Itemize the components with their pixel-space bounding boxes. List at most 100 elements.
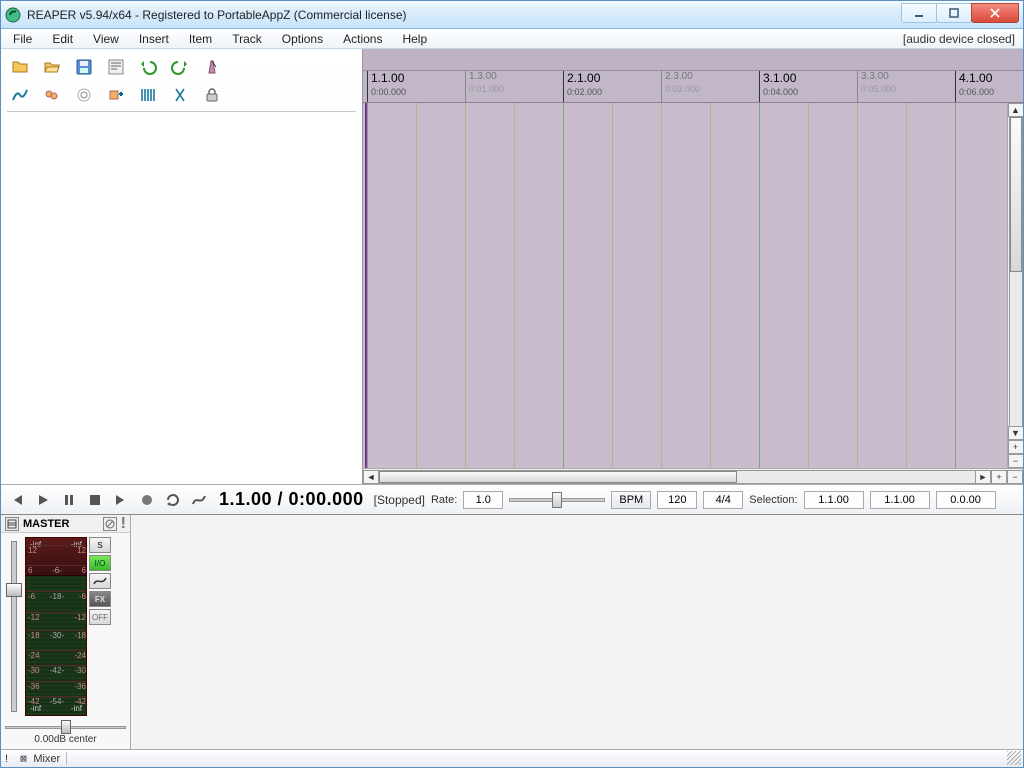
envelope-move-icon[interactable] [105, 85, 127, 105]
track-list-area[interactable] [1, 116, 362, 484]
selection-end-field[interactable]: 1.1.00 [870, 491, 930, 509]
status-alert-icon[interactable]: ! [5, 753, 8, 765]
master-mono-icon[interactable] [103, 517, 117, 531]
zoom-out-v-icon[interactable]: − [1008, 454, 1024, 468]
master-fader[interactable] [5, 537, 23, 716]
auto-crossfade-icon[interactable] [9, 85, 31, 105]
transport-state: [Stopped] [374, 493, 425, 507]
scroll-up-arrow-icon[interactable]: ▲ [1008, 103, 1024, 117]
time-signature-field[interactable]: 4/4 [703, 491, 743, 509]
menu-actions[interactable]: Actions [333, 30, 392, 48]
grid-lines-icon[interactable] [137, 85, 159, 105]
ripple-edit-icon[interactable] [73, 85, 95, 105]
menu-insert[interactable]: Insert [129, 30, 179, 48]
menu-track[interactable]: Track [222, 30, 272, 48]
snap-icon[interactable] [169, 85, 191, 105]
meter-tick: -36-36 [26, 681, 86, 691]
pause-icon[interactable] [59, 490, 79, 510]
envelope-icon[interactable] [189, 490, 209, 510]
gridline-beat [857, 103, 858, 468]
menu-options[interactable]: Options [272, 30, 333, 48]
selection-label: Selection: [749, 494, 797, 506]
metronome-icon[interactable] [201, 57, 223, 77]
master-settings-icon[interactable] [5, 517, 19, 531]
group-items-icon[interactable] [41, 85, 63, 105]
record-icon[interactable] [137, 490, 157, 510]
menu-edit[interactable]: Edit [42, 30, 83, 48]
go-to-end-icon[interactable] [111, 490, 131, 510]
arrange-v-scrollbar[interactable]: ▲ ▼ + − [1007, 103, 1023, 468]
menu-file[interactable]: File [3, 30, 42, 48]
master-off-button[interactable]: OFF [89, 609, 111, 625]
save-project-icon[interactable] [73, 57, 95, 77]
bpm-field[interactable]: 120 [657, 491, 697, 509]
scroll-right-arrow-icon[interactable]: ► [975, 470, 991, 484]
timeline-ruler[interactable]: 1.1.000:00.0002.1.000:02.0003.1.000:04.0… [363, 71, 1023, 103]
timeline-region-band[interactable] [363, 49, 1023, 71]
project-settings-icon[interactable] [105, 57, 127, 77]
master-pan-slider[interactable] [5, 722, 126, 732]
stop-icon[interactable] [85, 490, 105, 510]
selection-start-field[interactable]: 1.1.00 [804, 491, 864, 509]
meter-tick: -6-18--6 [26, 591, 86, 601]
maximize-button[interactable] [936, 3, 972, 23]
rate-slider[interactable] [509, 491, 605, 509]
master-fader-handle[interactable] [6, 583, 22, 597]
undo-icon[interactable] [137, 57, 159, 77]
master-meter: -inf -inf 12126-6-6-6-18--6-12-12-18-30-… [25, 537, 87, 716]
gridline-beat [612, 103, 613, 468]
master-io-button[interactable]: I/O [89, 555, 111, 571]
window-buttons [902, 7, 1019, 23]
h-scroll-thumb[interactable] [379, 471, 737, 483]
selection-length-field[interactable]: 0.0.00 [936, 491, 996, 509]
ruler-minor-tick: 3.3.000:05.000 [857, 71, 896, 102]
scroll-left-arrow-icon[interactable]: ◄ [363, 470, 379, 484]
scroll-down-arrow-icon[interactable]: ▼ [1008, 426, 1024, 440]
loop-icon[interactable] [163, 490, 183, 510]
meter-tick: 1212 [26, 545, 86, 555]
transport-time-display[interactable]: 1.1.00 / 0:00.000 [215, 489, 368, 510]
status-bar: ! ⊠ Mixer [1, 749, 1023, 767]
ruler-minor-tick: 2.3.000:03.000 [661, 71, 700, 102]
menu-item[interactable]: Item [179, 30, 222, 48]
mixer-empty-area[interactable] [131, 515, 1023, 749]
app-window: REAPER v5.94/x64 - Registered to Portabl… [0, 0, 1024, 768]
menu-help[interactable]: Help [392, 30, 437, 48]
mixer-panel: MASTER ! -inf -inf 12126-6-6-6-18--6-12-… [1, 514, 1023, 749]
new-project-icon[interactable] [9, 57, 31, 77]
master-fx-button[interactable]: FX [89, 591, 111, 607]
track-area[interactable] [363, 103, 1023, 468]
play-icon[interactable] [33, 490, 53, 510]
transport-bar: 1.1.00 / 0:00.000 [Stopped] Rate: 1.0 BP… [1, 484, 1023, 514]
master-label: MASTER [23, 518, 99, 530]
gridline-beat [416, 103, 417, 468]
mixer-tab[interactable]: ⊠ Mixer [14, 752, 67, 765]
bpm-button[interactable]: BPM [611, 491, 651, 509]
open-project-icon[interactable] [41, 57, 63, 77]
toolbar [1, 49, 362, 116]
minimize-button[interactable] [901, 3, 937, 23]
rate-field[interactable]: 1.0 [463, 491, 503, 509]
window-title: REAPER v5.94/x64 - Registered to Portabl… [27, 8, 902, 22]
zoom-out-h-icon[interactable]: − [1007, 470, 1023, 484]
menu-bar: File Edit View Insert Item Track Options… [1, 29, 1023, 49]
v-scroll-thumb[interactable] [1010, 117, 1022, 272]
ruler-major-tick: 3.1.000:04.000 [759, 71, 798, 102]
zoom-in-h-icon[interactable]: + [991, 470, 1007, 484]
arrange-h-scrollbar[interactable]: ◄ ► + − [363, 468, 1023, 484]
redo-icon[interactable] [169, 57, 191, 77]
master-envelope-button[interactable] [89, 573, 111, 589]
lock-icon[interactable] [201, 85, 223, 105]
zoom-in-v-icon[interactable]: + [1008, 440, 1024, 454]
main-area: 1.1.000:00.0002.1.000:02.0003.1.000:04.0… [1, 49, 1023, 484]
close-button[interactable] [971, 3, 1019, 23]
gridline-bar [759, 103, 760, 468]
resize-grip-icon[interactable] [1007, 751, 1021, 765]
go-to-start-icon[interactable] [7, 490, 27, 510]
title-bar[interactable]: REAPER v5.94/x64 - Registered to Portabl… [1, 1, 1023, 29]
menu-view[interactable]: View [83, 30, 129, 48]
master-stereo-button[interactable]: S [89, 537, 111, 553]
master-warning-icon[interactable]: ! [121, 515, 126, 533]
gridline-beat [906, 103, 907, 468]
gridline-bar [563, 103, 564, 468]
